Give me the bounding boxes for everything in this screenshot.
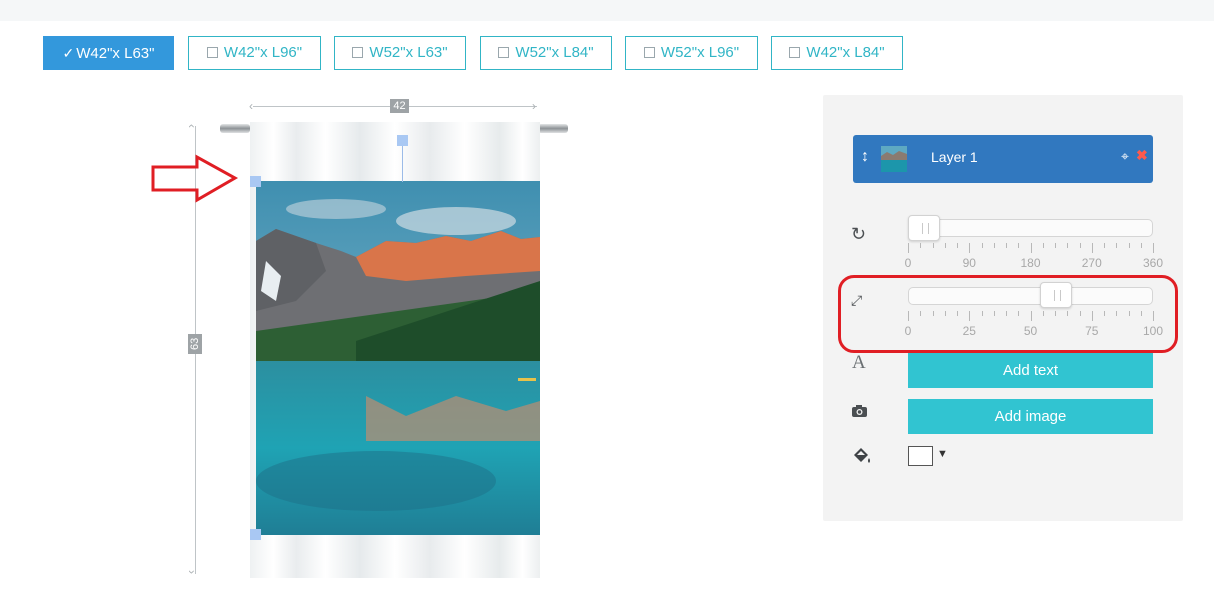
- arrow-right-icon: ›: [532, 99, 536, 113]
- minor-tick: [1104, 243, 1105, 248]
- tick-label: 180: [1020, 256, 1041, 270]
- minor-tick: [993, 243, 995, 248]
- tick-label: 0: [904, 256, 912, 270]
- layer-image[interactable]: [256, 181, 540, 535]
- height-label: 63: [188, 334, 202, 354]
- major-tick: [1153, 243, 1154, 253]
- size-option-w52-l84[interactable]: W52"x L84": [480, 36, 612, 70]
- major-tick: [1030, 243, 1032, 253]
- crosshair-icon[interactable]: ⌖: [1121, 148, 1129, 165]
- tick-label: 270: [1081, 256, 1102, 270]
- resize-handle-top-left[interactable]: [250, 176, 261, 187]
- minor-tick: [1067, 243, 1069, 248]
- size-option-w52-l63[interactable]: W52"x L63": [334, 36, 466, 70]
- layer-item[interactable]: ↕ Layer 1 ⌖ ✖: [853, 135, 1153, 183]
- minor-tick: [981, 243, 983, 248]
- major-tick: [969, 243, 971, 253]
- rotate-slider-track[interactable]: [908, 219, 1153, 237]
- arrow-left-icon: ‹: [249, 99, 253, 113]
- arrow-down-icon: ›: [185, 570, 199, 574]
- checkbox-icon: [206, 47, 218, 58]
- chevron-down-icon[interactable]: ▼: [937, 448, 948, 460]
- text-icon: A: [852, 352, 866, 373]
- checkbox-icon: [643, 47, 655, 58]
- size-option-w42-l84[interactable]: W42"x L84": [771, 36, 903, 70]
- camera-icon: [851, 404, 868, 423]
- landscape-image: [256, 181, 540, 535]
- annotation-highlight: [838, 275, 1178, 353]
- minor-tick: [1128, 243, 1130, 248]
- tick-label: 90: [962, 256, 976, 270]
- major-tick: [1091, 243, 1093, 253]
- tick-label: 360: [1142, 256, 1164, 270]
- major-tick: [908, 243, 909, 253]
- minor-tick: [932, 243, 934, 248]
- close-icon[interactable]: ✖: [1136, 147, 1148, 164]
- fill-color-swatch[interactable]: [908, 446, 933, 466]
- paint-bucket-icon: [851, 446, 873, 471]
- minor-tick: [1055, 243, 1056, 248]
- minor-tick: [1042, 243, 1044, 248]
- check-icon: ✓: [62, 45, 75, 61]
- annotation-arrow-icon: [151, 154, 239, 203]
- minor-tick: [1079, 243, 1081, 248]
- size-option-w52-l96[interactable]: W52"x L96": [625, 36, 758, 70]
- checkbox-icon: [352, 47, 364, 58]
- rotation-handle[interactable]: [397, 135, 408, 146]
- curtain-rod-right: [538, 124, 568, 133]
- minor-tick: [1006, 243, 1007, 248]
- minor-tick: [920, 243, 922, 248]
- size-option-w42-l63[interactable]: ✓ W42"x L63": [43, 36, 174, 70]
- add-text-button[interactable]: Add text: [908, 353, 1153, 388]
- minor-tick: [1140, 243, 1142, 248]
- width-label: 42: [390, 99, 409, 113]
- rotate-icon: ↻: [851, 224, 867, 244]
- add-image-button[interactable]: Add image: [908, 399, 1153, 434]
- rotation-handle-line: [402, 146, 403, 182]
- size-option-w42-l96[interactable]: W42"x L96": [188, 36, 321, 70]
- arrow-up-icon: ‹: [185, 124, 199, 128]
- minor-tick: [1018, 243, 1020, 248]
- curtain-rod-left: [220, 124, 250, 133]
- vertical-move-icon[interactable]: ↕: [861, 148, 869, 166]
- minor-tick: [944, 243, 946, 248]
- resize-handle-bottom-left[interactable]: [250, 529, 261, 540]
- minor-tick: [957, 243, 958, 248]
- rotate-slider-thumb[interactable]: [908, 215, 940, 241]
- checkbox-icon: [789, 47, 801, 58]
- layer-name: Layer 1: [931, 149, 978, 165]
- layer-thumbnail: [881, 146, 907, 172]
- minor-tick: [1116, 243, 1118, 248]
- checkbox-icon: [498, 47, 510, 58]
- top-bar: [0, 0, 1214, 21]
